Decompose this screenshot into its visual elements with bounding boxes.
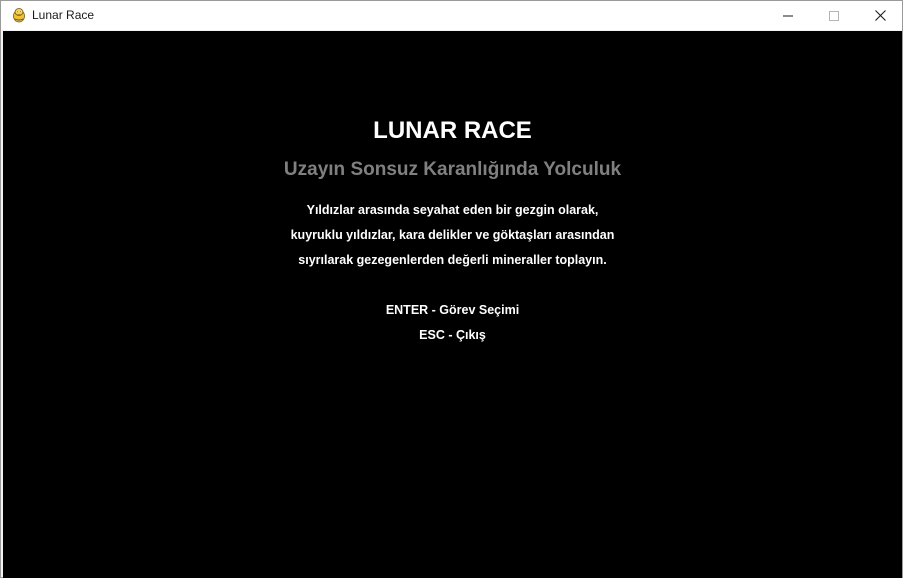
game-subtitle: Uzayın Sonsuz Karanlığında Yolculuk xyxy=(283,159,622,180)
close-icon xyxy=(874,10,886,21)
description-line: sıyrılarak gezegenlerden değerli mineral… xyxy=(298,253,607,267)
maximize-button[interactable] xyxy=(811,1,857,30)
maximize-icon xyxy=(829,10,839,21)
description-line: Yıldızlar arasında seyahat eden bir gezg… xyxy=(306,203,599,217)
close-button[interactable] xyxy=(857,1,903,30)
menu-option-mission-select[interactable]: ENTER - Görev Seçimi xyxy=(3,302,902,318)
minimize-button[interactable] xyxy=(765,1,811,30)
description-line: kuyruklu yıldızlar, kara delikler ve gök… xyxy=(290,228,615,242)
game-canvas[interactable]: LUNAR RACE Uzayın Sonsuz Karanlığında Yo… xyxy=(3,31,902,578)
app-window: Lunar Race LUNAR RACE Uzayın Sonsuz Kara… xyxy=(0,0,903,578)
menu-option-exit[interactable]: ESC - Çıkış xyxy=(3,327,902,343)
window-title: Lunar Race xyxy=(32,8,95,22)
game-title: LUNAR RACE xyxy=(373,117,532,144)
minimize-icon xyxy=(783,15,793,16)
title-bar[interactable]: Lunar Race xyxy=(1,1,902,30)
pygame-snake-icon xyxy=(13,8,25,23)
